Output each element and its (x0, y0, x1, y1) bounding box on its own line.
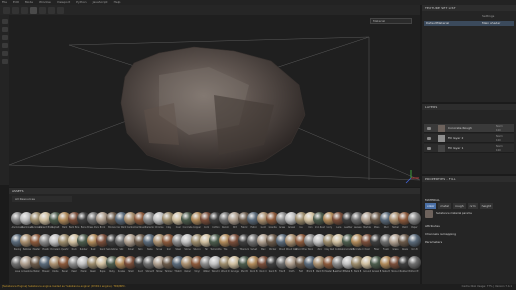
material-thumbnail[interactable] (425, 210, 433, 218)
layer-thumbnail (438, 135, 445, 142)
tab-nrm[interactable]: nrm (467, 203, 478, 209)
section-attributes[interactable]: Attributes (425, 224, 440, 228)
status-bar: [Substance Engine] Substance engine load… (0, 284, 516, 290)
layer-opacity[interactable]: 100 (496, 129, 501, 132)
layer-row[interactable]: Concrete Rough Norm 100 (424, 124, 514, 133)
tab-color[interactable]: color (425, 203, 437, 209)
viewport-channel-select[interactable]: Material (370, 18, 412, 24)
assets-title: ASSETS (9, 188, 420, 194)
section-parameters[interactable]: Parameters (425, 240, 442, 244)
smudge-tool-icon[interactable] (39, 6, 46, 14)
top-toolbar (0, 5, 420, 15)
material-name: Substance material params (436, 212, 472, 215)
texture-set-title: TEXTURE SET LIST (422, 5, 516, 11)
clone-tool-icon[interactable] (48, 6, 55, 14)
texture-set-shader[interactable]: Main shader (482, 21, 500, 25)
material-label: Paper (411, 226, 418, 229)
tab-rough[interactable]: rough (452, 203, 466, 209)
layer-thumbnail (438, 125, 445, 132)
layers-panel: LAYERS Concrete Rough Norm 100 Fill laye… (422, 104, 516, 174)
status-message: [Substance Engine] Substance engine load… (2, 285, 126, 288)
channel-tabs: color metal rough nrm height (425, 203, 515, 209)
history-icon[interactable] (1, 59, 8, 64)
texture-set-panel: TEXTURE SET LIST Settings DefaultMateria… (422, 5, 516, 102)
section-channels-remapping[interactable]: Channels remapping (425, 232, 456, 236)
properties-title: PROPERTIES - FILL (422, 176, 516, 182)
visibility-eye-icon[interactable] (427, 147, 431, 150)
left-toolbar (0, 15, 9, 185)
properties-panel: PROPERTIES - FILL MATERIAL color metal r… (422, 176, 516, 286)
layer-blend-mode[interactable]: Norm (496, 125, 503, 128)
layer-blend-mode[interactable]: Norm (496, 145, 503, 148)
layer-thumbnail (438, 145, 445, 152)
layer-name: Concrete Rough (448, 126, 472, 130)
color-picker-icon[interactable] (57, 6, 64, 14)
material-preview-ball[interactable] (407, 256, 421, 269)
visibility-eye-icon[interactable] (427, 137, 431, 140)
texture-set-icon[interactable] (1, 27, 8, 32)
projection-tool-icon[interactable] (21, 6, 28, 14)
polygon-fill-icon[interactable] (30, 6, 37, 14)
layer-row[interactable]: Fill layer 1 Norm 100 (424, 144, 514, 153)
tab-height[interactable]: height (479, 203, 494, 209)
assets-panel: ASSETS All Resources Aluminium Aluminium A… (9, 188, 421, 284)
layer-name: Fill layer 1 (448, 146, 464, 150)
material-section-label: MATERIAL (425, 198, 440, 202)
layer-opacity[interactable]: 100 (496, 139, 501, 142)
paint-tool-icon[interactable] (3, 6, 10, 14)
texture-set-item[interactable]: DefaultMaterial (424, 21, 514, 26)
axis-gizmo (405, 170, 419, 184)
assets-filter[interactable]: All Resources (12, 196, 72, 202)
material-preview-ball[interactable] (407, 234, 421, 247)
layers-title: LAYERS (422, 104, 516, 110)
layers-panel-icon[interactable] (1, 19, 8, 24)
bake-icon[interactable] (1, 51, 8, 56)
material-label: Iron B (411, 248, 418, 251)
visibility-eye-icon[interactable] (427, 127, 431, 130)
layer-opacity[interactable]: 100 (496, 149, 501, 152)
texture-set-settings-button[interactable]: Settings (482, 14, 494, 18)
status-info: Cache Disk Usage: 77% | Version 7.4.1 (461, 285, 512, 288)
material-label: Wood E (410, 270, 419, 273)
rock-facet-side (144, 103, 179, 145)
shader-settings-icon[interactable] (1, 43, 8, 48)
layer-blend-mode[interactable]: Norm (496, 135, 503, 138)
viewport-scene (9, 36, 420, 184)
display-settings-icon[interactable] (1, 35, 8, 40)
3d-viewport[interactable]: Material (9, 15, 420, 187)
eraser-tool-icon[interactable] (12, 6, 19, 14)
tab-metal[interactable]: metal (438, 203, 451, 209)
material-preview-ball[interactable] (407, 212, 421, 225)
layer-name: Fill layer 2 (448, 136, 464, 140)
layer-row[interactable]: Fill layer 2 Norm 100 (424, 134, 514, 143)
